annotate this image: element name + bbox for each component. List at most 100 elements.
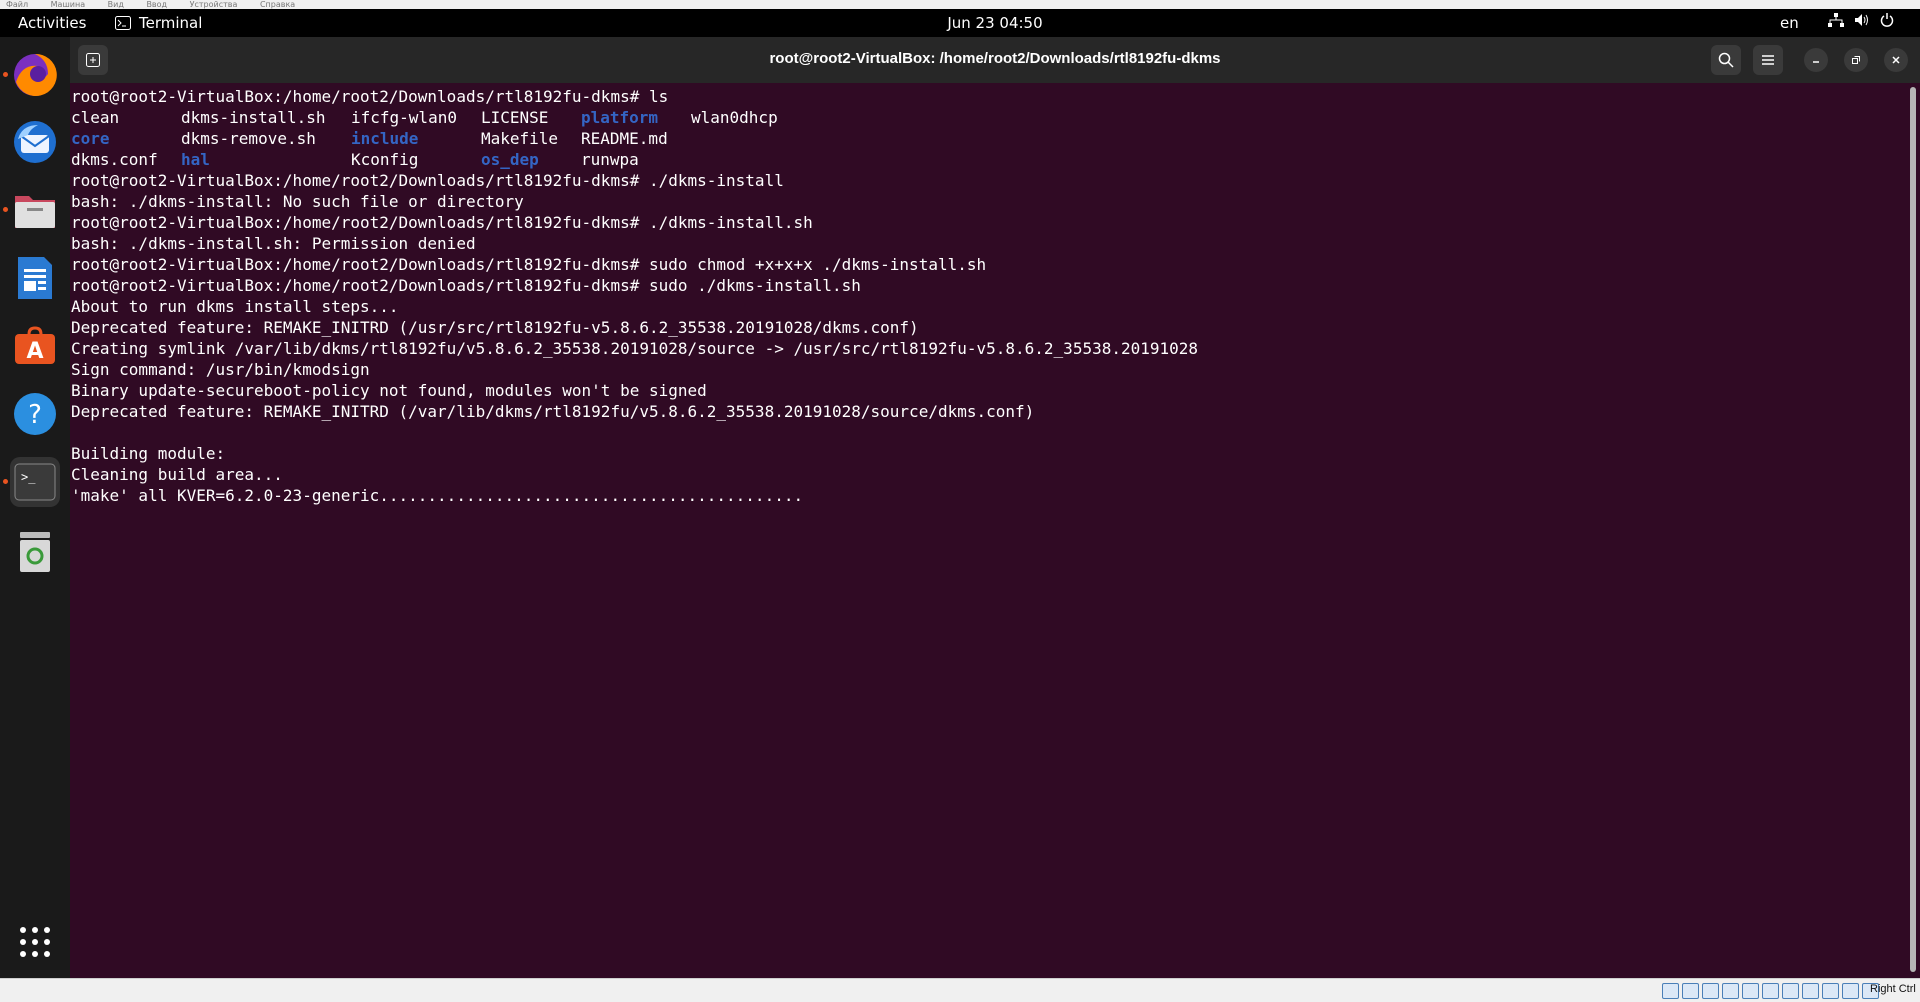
audio-icon[interactable] [1702,983,1719,999]
running-indicator [3,207,8,212]
dock-item-writer[interactable] [10,253,60,303]
terminal-scrollbar[interactable] [1910,87,1916,972]
terminal-line: Binary update-secureboot-policy not foun… [71,381,707,400]
terminal-line: Deprecated feature: REMAKE_INITRD (/usr/… [71,318,919,337]
terminal-line: 'make' all KVER=6.2.0-23-generic........… [71,486,804,505]
terminal-line: Deprecated feature: REMAKE_INITRD (/var/… [71,402,1035,421]
ls-entry-file: Makefile [481,129,559,148]
volume-icon [1855,14,1868,26]
ls-entry-file: README.md [581,129,668,148]
window-headerbar[interactable]: root@root2-VirtualBox: /home/root2/Downl… [70,37,1920,83]
close-button[interactable] [1884,48,1908,72]
cpu-icon[interactable] [1822,983,1839,999]
window-title: root@root2-VirtualBox: /home/root2/Downl… [769,50,1221,67]
command: ls [648,87,669,106]
ls-entry-file: wlan0dhcp [691,108,778,127]
terminal-output[interactable]: root@root2-VirtualBox:/home/root2/Downlo… [70,83,1910,981]
power-icon [1880,13,1894,27]
writer-icon [18,257,52,299]
terminal-line: root@root2-VirtualBox:/home/root2/Downlo… [71,276,861,295]
ls-entry-file: dkms-remove.sh [181,129,316,148]
terminal-line: About to run dkms install steps... [71,297,399,316]
terminal-line: bash: ./dkms-install.sh: Permission deni… [71,234,476,253]
clock[interactable]: Jun 23 04:50 [0,14,1920,32]
vbox-menu-input[interactable]: Ввод [146,0,167,9]
terminal-window: root@root2-VirtualBox: /home/root2/Downl… [70,37,1920,978]
terminal-line: root@root2-VirtualBox:/home/root2/Downlo… [71,86,1910,107]
ls-entry-file: ifcfg-wlan0 [351,108,457,127]
network-icon [1828,13,1844,27]
dock-item-trash[interactable] [10,527,60,577]
ls-row: dkms.conf hal Kconfig os_dep runwpa [71,149,1910,170]
help-icon: ? [14,393,56,435]
hamburger-icon [1762,55,1774,65]
svg-text:A: A [26,339,43,364]
ls-entry-dir: hal [181,150,210,169]
software-icon: A [15,326,55,364]
svg-text:>_: >_ [21,470,36,484]
vbox-menu-view[interactable]: Вид [108,0,124,9]
ls-row: clean dkms-install.sh ifcfg-wlan0 LICENSE pl… [71,107,1910,128]
prompt: root@root2-VirtualBox:/home/root2/Downlo… [71,87,640,106]
terminal-line: Creating symlink /var/lib/dkms/rtl8192fu… [71,339,1199,358]
dock: A ? >_ [0,37,70,978]
terminal-line: bash: ./dkms-install: No such file or di… [71,192,524,211]
dock-item-thunderbird[interactable] [10,117,60,167]
terminal-line: Sign command: /usr/bin/kmodsign [71,360,370,379]
dock-item-software[interactable]: A [10,321,60,371]
ls-entry-file: dkms.conf [71,150,158,169]
ls-entry-file: runwpa [581,150,639,169]
usb-icon[interactable] [1742,983,1759,999]
ls-entry-dir: platform [581,108,659,127]
thunderbird-icon [14,121,56,163]
vbox-status-icons[interactable] [1662,983,1879,999]
network-adapter-icon[interactable] [1722,983,1739,999]
terminal-line: root@root2-VirtualBox:/home/root2/Downlo… [71,213,813,232]
search-button[interactable] [1711,45,1741,75]
dock-item-terminal[interactable]: >_ [3,457,60,507]
terminal-line: root@root2-VirtualBox:/home/root2/Downlo… [71,255,987,274]
display-icon[interactable] [1782,983,1799,999]
ls-entry-file: LICENSE [481,108,549,127]
menu-button[interactable] [1753,45,1783,75]
running-indicator [3,72,8,77]
svg-text:?: ? [28,400,42,430]
files-icon [15,196,55,228]
recording-icon[interactable] [1802,983,1819,999]
maximize-button[interactable] [1844,48,1868,72]
ls-entry-file [691,149,801,170]
ls-entry-dir: include [351,129,419,148]
show-apps-button[interactable] [10,917,60,967]
vbox-menu-machine[interactable]: Машина [51,0,85,9]
system-tray[interactable] [1828,13,1894,27]
dock-item-files[interactable] [3,185,60,235]
ls-entry-dir: core [71,129,110,148]
top-bar: Activities Terminal Jun 23 04:50 en [0,9,1920,37]
search-icon [1718,52,1734,68]
minimize-icon [1813,61,1819,63]
vbox-menubar: Файл Машина Вид Ввод Устройства Справка [0,0,1920,9]
minimize-button[interactable] [1804,48,1828,72]
host-key-label: Right Ctrl [1870,983,1916,995]
ls-output: clean dkms-install.sh ifcfg-wlan0 LICENSE pl… [70,107,1910,170]
running-indicator [3,479,8,484]
ls-entry-file: Kconfig [351,150,419,169]
ls-entry-file [691,128,801,149]
mouse-integration-icon[interactable] [1842,983,1859,999]
shared-folder-icon[interactable] [1762,983,1779,999]
optical-drive-icon[interactable] [1682,983,1699,999]
firefox-icon [14,53,57,96]
vbox-menu-file[interactable]: Файл [6,0,28,9]
ls-entry-file: dkms-install.sh [181,108,326,127]
keyboard-layout-indicator[interactable]: en [1780,14,1799,32]
dock-item-firefox[interactable] [3,50,60,100]
vbox-menu-devices[interactable]: Устройства [190,0,238,9]
hdd-icon[interactable] [1662,983,1679,999]
grid-icon [20,927,50,957]
terminal-line: Cleaning build area... [71,465,283,484]
terminal-icon: >_ [14,463,56,501]
vbox-menu-help[interactable]: Справка [260,0,295,9]
dock-item-help[interactable]: ? [10,389,60,439]
close-icon [1892,56,1900,64]
